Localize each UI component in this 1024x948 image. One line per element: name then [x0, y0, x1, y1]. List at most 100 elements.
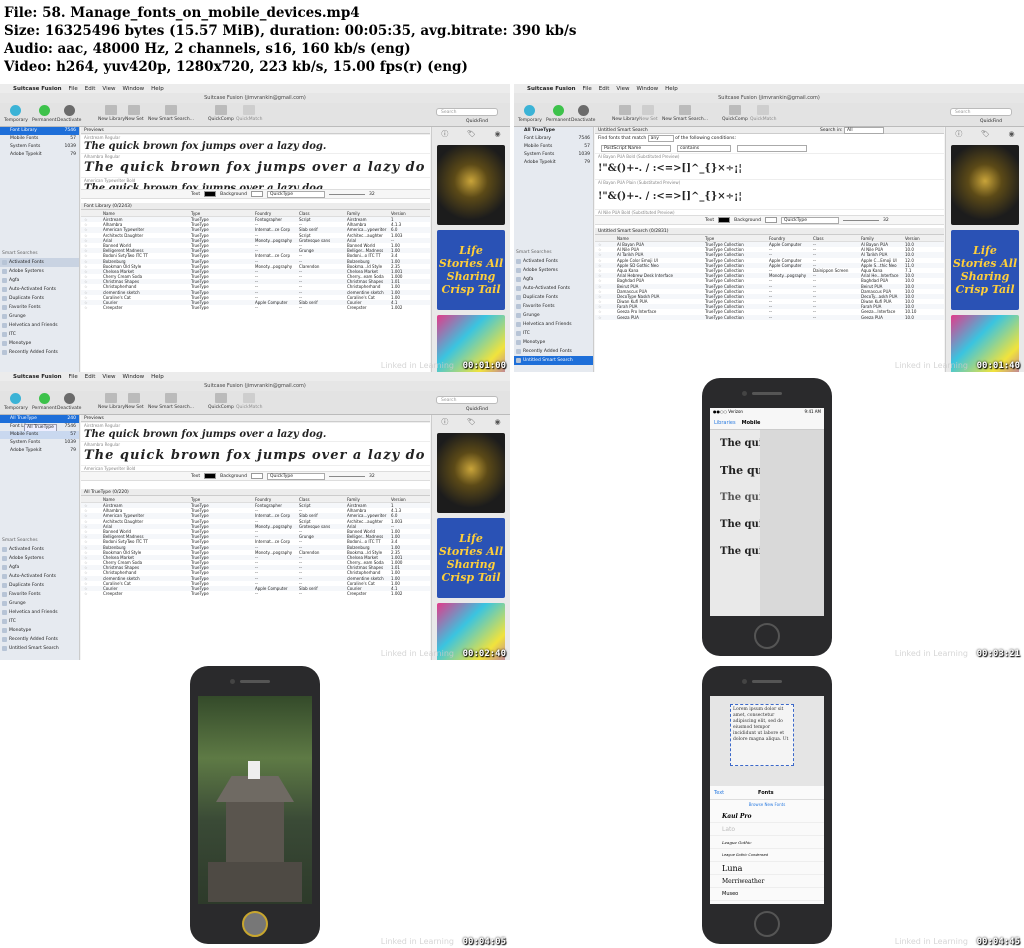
- menu-window[interactable]: Window: [122, 86, 144, 92]
- smart-search-item[interactable]: Recently Added Fonts: [0, 348, 79, 357]
- new-set-button[interactable]: New Set: [639, 105, 658, 122]
- app-menu[interactable]: Suitcase Fusion: [13, 374, 62, 380]
- smart-search-item[interactable]: Activated Fonts: [0, 545, 79, 554]
- smart-search-item[interactable]: Recently Added Fonts: [514, 347, 593, 356]
- new-set-button[interactable]: New Set: [125, 105, 144, 122]
- preview-text[interactable]: The quick brown fox jumps over a lazy do: [81, 447, 430, 465]
- new-smart-search-button[interactable]: New Smart Search...: [148, 393, 194, 410]
- menu-view[interactable]: View: [102, 374, 115, 380]
- browse-link[interactable]: Browse New Fonts: [710, 800, 824, 810]
- search-input[interactable]: Search: [436, 108, 498, 116]
- smart-search-item[interactable]: Grunge: [0, 312, 79, 321]
- table-row[interactable]: ☆ Creepster TrueType -- -- Creepster 1.002: [81, 591, 430, 596]
- sidebar-item-all-truetype[interactable]: All TrueType 240: [0, 415, 79, 423]
- preview-text[interactable]: !"&()+-. / :<=>[]^_{}×÷¡¦: [595, 185, 944, 209]
- preview-text[interactable]: The quick brown fox jumps over a lazy do…: [81, 140, 430, 153]
- sidebar-item-mobile-fonts[interactable]: Mobile Fonts 57: [0, 431, 79, 439]
- permanent-button[interactable]: Permanent: [32, 105, 56, 123]
- quickmatch-button[interactable]: QuickMatch: [236, 393, 262, 410]
- text-color-swatch[interactable]: [718, 217, 731, 223]
- menu-view[interactable]: View: [102, 86, 115, 92]
- new-set-button[interactable]: New Set: [125, 393, 144, 410]
- smart-search-item[interactable]: ITC: [0, 330, 79, 339]
- back-button[interactable]: Text: [714, 790, 758, 796]
- app-menu[interactable]: Suitcase Fusion: [527, 86, 576, 92]
- sidebar-item-mobile-fonts[interactable]: Mobile Fonts 57: [0, 135, 79, 143]
- smart-search-item[interactable]: Helvetica and Friends: [0, 608, 79, 617]
- font-list-item[interactable]: Luna: [710, 862, 824, 875]
- search-in-select[interactable]: All: [844, 127, 884, 134]
- smart-search-item[interactable]: Agfa: [0, 276, 79, 285]
- smart-search-item[interactable]: Auto-Activated Fonts: [514, 284, 593, 293]
- deactivate-button[interactable]: Deactivate: [57, 105, 81, 123]
- text-color-swatch[interactable]: [204, 191, 217, 197]
- size-slider[interactable]: [328, 475, 365, 477]
- info-icon[interactable]: ⓘ: [441, 129, 448, 139]
- size-slider[interactable]: [328, 193, 365, 195]
- smart-search-item[interactable]: Duplicate Fonts: [514, 293, 593, 302]
- temporary-button[interactable]: Temporary: [518, 105, 542, 123]
- font-list-item[interactable]: Lato: [710, 823, 824, 836]
- smart-search-item[interactable]: Monotype: [0, 339, 79, 348]
- permanent-button[interactable]: Permanent: [32, 393, 56, 411]
- permanent-button[interactable]: Permanent: [546, 105, 570, 123]
- smart-search-item[interactable]: Helvetica and Friends: [514, 320, 593, 329]
- preview-text[interactable]: !"&()+-. / :<=>[]^_{}×÷¡¦: [595, 159, 944, 179]
- smart-search-item[interactable]: Agfa: [514, 275, 593, 284]
- search-input[interactable]: Search: [950, 108, 1012, 116]
- sidebar-item-adobe-typekit[interactable]: Adobe Typekit 79: [514, 159, 593, 167]
- size-slider[interactable]: [842, 219, 879, 221]
- menu-view[interactable]: View: [616, 86, 629, 92]
- match-select[interactable]: any: [647, 135, 674, 142]
- background-swatch[interactable]: [250, 191, 263, 197]
- menu-edit[interactable]: Edit: [599, 86, 610, 92]
- tag-icon[interactable]: 🏷: [467, 418, 476, 426]
- tag-icon[interactable]: 🏷: [981, 130, 990, 138]
- smart-search-item[interactable]: Favorite Fonts: [514, 302, 593, 311]
- smart-search-item[interactable]: Adobe Systems: [514, 266, 593, 275]
- sidebar-item-font-library[interactable]: Font Library7546 All TrueType: [0, 423, 79, 432]
- star-icon[interactable]: ☆: [81, 305, 103, 310]
- menu-file[interactable]: File: [69, 374, 78, 380]
- quicktype-select[interactable]: QuickType: [780, 216, 839, 224]
- new-library-button[interactable]: New Library: [612, 105, 639, 122]
- smart-search-item[interactable]: Grunge: [0, 599, 79, 608]
- quickcomp-button[interactable]: QuickComp: [208, 393, 234, 410]
- smart-search-item[interactable]: Auto-Activated Fonts: [0, 572, 79, 581]
- smart-search-item[interactable]: Duplicate Fonts: [0, 581, 79, 590]
- table-row[interactable]: ☆ Creepster TrueType -- -- Creepster 1.002: [81, 305, 430, 310]
- star-icon[interactable]: ☆: [81, 591, 103, 596]
- smart-search-item-untitled[interactable]: Untitled Smart Search: [514, 356, 593, 365]
- preview-text[interactable]: The quick brown fox jumps over a lazy do: [81, 159, 430, 177]
- font-list-item[interactable]: Museo: [710, 888, 824, 901]
- size-value[interactable]: 32: [369, 192, 375, 197]
- font-list-item[interactable]: League Gothic: [710, 836, 824, 849]
- home-button[interactable]: [754, 623, 780, 649]
- sidebar-item-mobile-fonts[interactable]: Mobile Fonts 57: [514, 143, 593, 151]
- size-value[interactable]: 32: [883, 218, 889, 223]
- background-swatch[interactable]: [764, 217, 777, 223]
- deactivate-button[interactable]: Deactivate: [571, 105, 595, 123]
- sidebar-item-system-fonts[interactable]: System Fonts 1039: [514, 151, 593, 159]
- tag-icon[interactable]: 🏷: [467, 130, 476, 138]
- size-value[interactable]: 32: [369, 474, 375, 479]
- new-smart-search-button[interactable]: New Smart Search...: [662, 105, 708, 122]
- font-list-item[interactable]: League Gothic Condensed: [710, 849, 824, 862]
- smart-search-item[interactable]: Adobe Systems: [0, 267, 79, 276]
- smart-search-item-untitled[interactable]: Untitled Smart Search: [0, 644, 79, 653]
- smart-search-item[interactable]: Favorite Fonts: [0, 303, 79, 312]
- smart-search-item[interactable]: Duplicate Fonts: [0, 294, 79, 303]
- sidebar-item-system-fonts[interactable]: System Fonts 1039: [0, 143, 79, 151]
- app-menu[interactable]: Suitcase Fusion: [13, 86, 62, 92]
- new-library-button[interactable]: New Library: [98, 105, 125, 122]
- preview-icon[interactable]: ◉: [495, 418, 501, 426]
- sidebar-item-adobe-typekit[interactable]: Adobe Typekit 79: [0, 151, 79, 159]
- temporary-button[interactable]: Temporary: [4, 105, 28, 123]
- table-row[interactable]: ☆ Geeza PUA TrueType Collection -- -- Geeza P…: [595, 314, 944, 320]
- condition-field-select[interactable]: PostScript Name: [601, 144, 671, 152]
- back-button[interactable]: Libraries: [714, 420, 736, 426]
- quickcomp-button[interactable]: QuickComp: [208, 105, 234, 122]
- smart-search-item[interactable]: Activated Fonts: [0, 258, 79, 267]
- menu-window[interactable]: Window: [122, 374, 144, 380]
- preview-icon[interactable]: ◉: [495, 130, 501, 138]
